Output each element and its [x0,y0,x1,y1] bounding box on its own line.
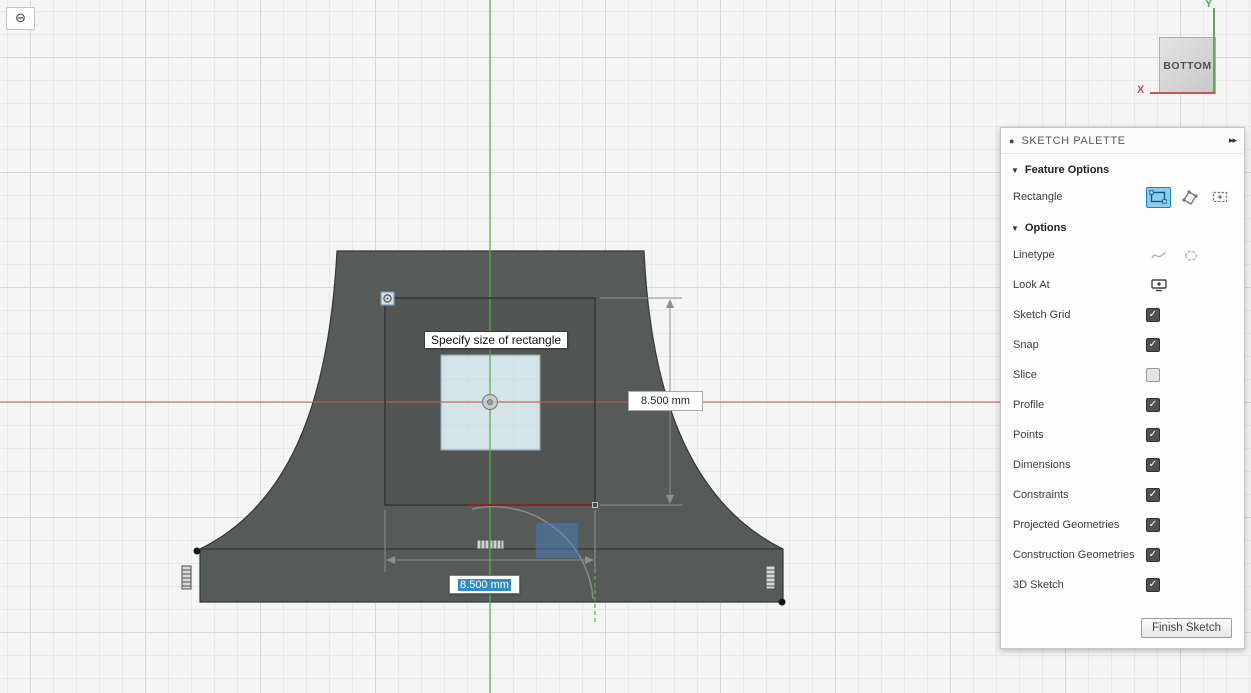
checkbox-projected-geometries[interactable]: ✓ [1146,518,1160,532]
palette-row-profile: Profile ✓ [1001,390,1244,420]
sketch-corner-point[interactable] [592,502,598,508]
horizontal-dimension-input[interactable]: 8.500 mm [449,575,520,594]
palette-row-linetype: Linetype [1001,240,1244,270]
vertical-dimension-value[interactable]: 8.500 mm [628,391,703,411]
palette-row-label: Linetype [1013,249,1055,261]
collapse-panel-icon[interactable]: ▸▸ [1229,135,1237,146]
palette-row-label: Projected Geometries [1013,519,1120,531]
linetype-spline-icon[interactable] [1146,245,1172,266]
palette-row-construction-geometries: Construction Geometries ✓ [1001,540,1244,570]
palette-row-label: 3D Sketch [1013,579,1064,591]
checkbox-3d-sketch[interactable]: ✓ [1146,578,1160,592]
palette-row-label: Slice [1013,369,1037,381]
palette-row-constraints: Constraints ✓ [1001,480,1244,510]
center-rectangle-icon[interactable] [1207,187,1232,208]
origin-point[interactable] [481,393,499,411]
checkbox-construction-geometries[interactable]: ✓ [1146,548,1160,562]
fusion-sketch-canvas: Specify size of rectangle 8.500 mm 8.500… [0,0,1251,693]
three-point-rectangle-icon[interactable] [1177,187,1202,208]
palette-row-dimensions: Dimensions ✓ [1001,450,1244,480]
palette-row-label: Points [1013,429,1044,441]
y-axis-label: Y [1205,0,1213,10]
palette-header[interactable]: ● SKETCH PALETTE ▸▸ [1001,128,1244,154]
checkbox-profile[interactable]: ✓ [1146,398,1160,412]
checkbox-snap[interactable]: ✓ [1146,338,1160,352]
palette-row-rectangle: Rectangle [1001,182,1244,212]
section-options[interactable]: ▼ Options [1001,212,1244,240]
viewcube-face[interactable]: BOTTOM [1159,37,1216,94]
dimension-input-selected-text: 8.500 mm [458,578,511,591]
palette-footer: Finish Sketch [1001,610,1244,648]
checkbox-points[interactable]: ✓ [1146,428,1160,442]
sketch-corner-widget[interactable] [380,291,395,306]
palette-row-label: Dimensions [1013,459,1071,471]
palette-row-label: Constraints [1013,489,1069,501]
checkbox-slice[interactable] [1146,368,1160,382]
look-at-icon[interactable] [1146,275,1172,296]
cursor-tooltip: Specify size of rectangle [424,331,569,349]
section-feature-options[interactable]: ▼ Feature Options [1001,154,1244,182]
selection-highlight-face[interactable] [535,522,579,559]
viewcube-y-axis-line [1213,8,1215,93]
palette-row-projected-geometries: Projected Geometries ✓ [1001,510,1244,540]
palette-row-label: Sketch Grid [1013,309,1071,321]
viewcube-x-axis-line [1150,92,1215,94]
browser-toggle-button[interactable]: ⊖ [6,7,35,30]
palette-row-3d-sketch: 3D Sketch ✓ [1001,570,1244,600]
two-point-rectangle-icon[interactable] [1146,186,1171,208]
palette-row-label: Look At [1013,279,1050,291]
palette-row-label: Profile [1013,399,1045,411]
checkbox-dimensions[interactable]: ✓ [1146,458,1160,472]
finish-sketch-button[interactable]: Finish Sketch [1140,618,1232,638]
palette-row-slice: Slice [1001,360,1244,390]
drag-grip-icon[interactable]: ● [1009,136,1014,146]
x-axis-label: X [1137,84,1145,96]
palette-row-sketch-grid: Sketch Grid ✓ [1001,300,1244,330]
chevron-down-icon: ▼ [1011,223,1019,233]
slot-hatch-left [181,565,192,590]
section-title: Options [1024,222,1067,234]
sketch-palette-panel: ● SKETCH PALETTE ▸▸ ▼ Feature Options Re… [1000,127,1245,649]
chevron-down-icon: ▼ [1011,165,1019,175]
palette-row-label: Snap [1013,339,1039,351]
checkbox-constraints[interactable]: ✓ [1146,488,1160,502]
sketch-point-left[interactable] [193,547,201,555]
palette-options-rows: Linetype Look At Sketch Grid ✓ Snap ✓ Slice Pro… [1001,240,1244,600]
section-title: Feature Options [1024,164,1110,176]
minus-circle-icon: ⊖ [15,10,26,25]
palette-row-look-at: Look At [1001,270,1244,300]
slot-hatch-right [765,565,776,590]
linetype-closed-curve-icon[interactable] [1178,245,1204,266]
palette-row-points: Points ✓ [1001,420,1244,450]
checkbox-sketch-grid[interactable]: ✓ [1146,308,1160,322]
palette-row-snap: Snap ✓ [1001,330,1244,360]
palette-row-label: Rectangle [1013,191,1063,203]
sketch-point-right[interactable] [778,598,786,606]
palette-title: SKETCH PALETTE [1021,134,1126,147]
palette-row-label: Construction Geometries [1013,549,1135,561]
